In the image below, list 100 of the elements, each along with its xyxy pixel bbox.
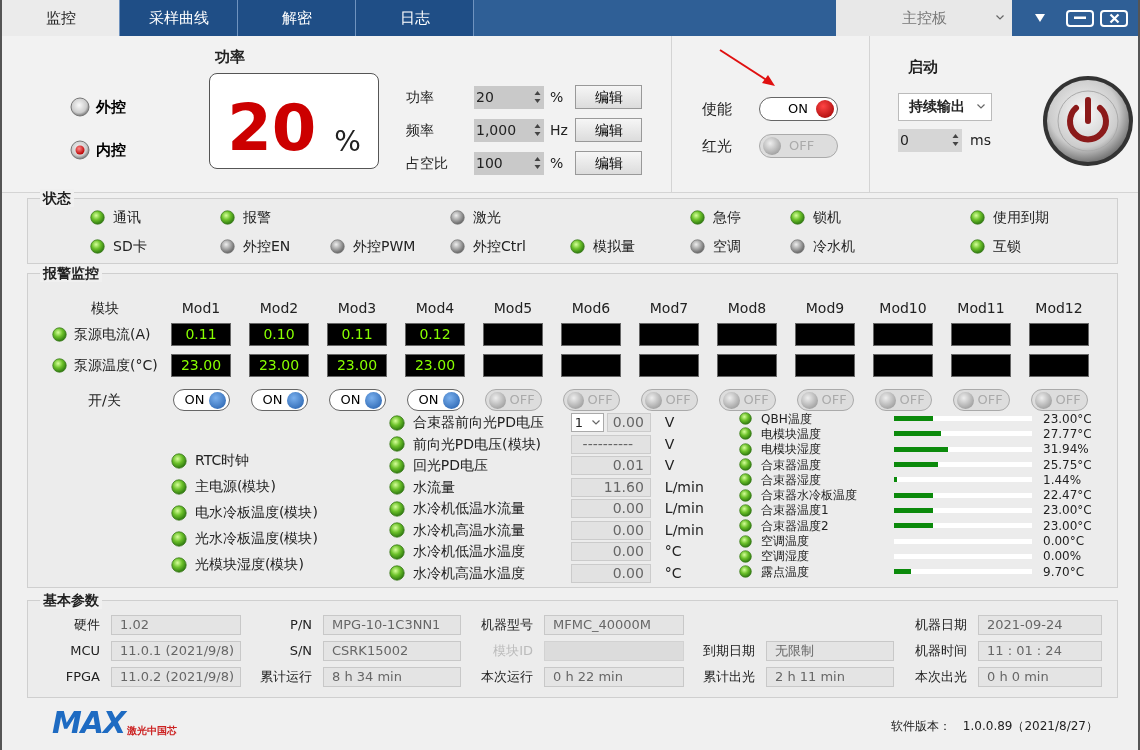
radio-button[interactable]: 外控: [70, 96, 126, 119]
gauge-label: 电模块湿度: [761, 441, 822, 459]
value-display: [717, 323, 777, 346]
value-field: 0.01: [570, 456, 651, 475]
tab[interactable]: 解密: [238, 0, 356, 36]
value-display: [561, 354, 621, 377]
setting-label: 占空比: [406, 153, 449, 173]
status-label: 锁机: [813, 208, 841, 227]
status-label: 报警: [243, 208, 271, 227]
gauge-label: 露点温度: [761, 563, 810, 581]
value-field: 0.00: [606, 413, 651, 432]
toggle-switch[interactable]: ON: [406, 389, 464, 411]
tab[interactable]: 监控: [2, 0, 120, 36]
param-label: 机器日期: [914, 616, 968, 635]
spin-arrows-icon[interactable]: [952, 132, 959, 148]
gauge-reading: 0.00°C: [1042, 533, 1085, 551]
column-header: Mod12: [1035, 300, 1083, 316]
param-label: 硬件: [73, 616, 101, 635]
gauge-reading: 22.47°C: [1042, 487, 1092, 505]
power-title: 功率: [215, 47, 246, 68]
spin-arrows-icon[interactable]: [534, 89, 541, 105]
edit-button[interactable]: 编辑: [575, 85, 642, 109]
switch-label: 使能: [702, 98, 733, 120]
gauge-reading: 25.75°C: [1042, 456, 1092, 474]
unit-label: ms: [970, 130, 991, 150]
version-label: 软件版本：: [890, 718, 951, 735]
logo: MAX激光中国芯: [52, 708, 178, 738]
reading-label: 水冷机低温水温度: [412, 542, 526, 561]
toggle-switch[interactable]: ON: [759, 97, 838, 121]
status-label: 急停: [713, 208, 741, 227]
channel-dropdown[interactable]: 1: [570, 413, 604, 432]
param-label: 累计出光: [702, 668, 756, 687]
value-display: [639, 323, 699, 346]
tab[interactable]: 日志: [356, 0, 474, 36]
toggle-switch[interactable]: ON: [172, 389, 230, 411]
power-button[interactable]: [1043, 76, 1133, 166]
delay-field[interactable]: 0: [898, 128, 962, 152]
status-label: 通讯: [113, 208, 141, 227]
column-header: Mod11: [957, 300, 1005, 316]
gauge-label: 合束器温度: [761, 456, 822, 474]
status-label: 冷水机: [813, 237, 855, 256]
tab[interactable]: 采样曲线: [120, 0, 238, 36]
column-header: Mod2: [259, 300, 299, 316]
dropdown-arrow-icon[interactable]: [1034, 13, 1046, 23]
column-header: Mod10: [879, 300, 927, 316]
column-header: Mod5: [493, 300, 533, 316]
minimize-button[interactable]: [1066, 9, 1094, 27]
annotation-arrow: [719, 49, 775, 86]
value-display: [873, 354, 933, 377]
gauge-label: 合束器湿度: [761, 471, 822, 489]
spin-arrows-icon[interactable]: [534, 155, 541, 171]
minimize-icon: [1074, 16, 1086, 20]
reading-label: 回光PD电压: [412, 456, 490, 475]
setting-label: 功率: [406, 87, 435, 107]
toggle-switch[interactable]: ON: [328, 389, 386, 411]
value-display: [873, 323, 933, 346]
value-display: [795, 354, 855, 377]
value-display: [951, 354, 1011, 377]
value-display: [483, 354, 543, 377]
spin-arrows-icon[interactable]: [534, 122, 541, 138]
param-label: MCU: [69, 642, 101, 661]
close-button[interactable]: [1100, 9, 1128, 27]
mode-dropdown[interactable]: 持续输出: [898, 92, 992, 121]
value-field: 11.60: [570, 477, 651, 497]
param-field: 2 h 11 min: [766, 667, 894, 687]
column-header: Mod7: [649, 300, 689, 316]
board-dropdown[interactable]: 主控板: [836, 0, 1012, 36]
radio-button[interactable]: 内控: [70, 138, 126, 161]
value-display: 23.00: [405, 354, 465, 377]
indicator-label: 光水冷板温度(模块): [195, 529, 318, 548]
edit-button[interactable]: 编辑: [575, 151, 642, 175]
close-icon: [1108, 12, 1120, 24]
gauge-reading: 0.00%: [1042, 548, 1082, 566]
column-header: Mod8: [727, 300, 767, 316]
spin-field[interactable]: 20: [474, 85, 544, 109]
edit-button[interactable]: 编辑: [575, 118, 642, 142]
value-field: ----------: [570, 434, 651, 454]
param-label: P/N: [289, 616, 313, 635]
param-field: 11.0.2 (2021/9/8): [111, 667, 241, 687]
spin-field[interactable]: 1,000: [474, 118, 544, 142]
column-header: Mod3: [337, 300, 377, 316]
version-text: 1.0.0.89（2021/8/27）: [962, 718, 1098, 735]
gauge-reading: 27.77°C: [1042, 425, 1092, 443]
gauge-reading: 1.44%: [1042, 471, 1082, 489]
status-label: 外控Ctrl: [473, 237, 526, 256]
gauge-reading: 23.00°C: [1042, 517, 1092, 535]
value-display: [639, 354, 699, 377]
section-title: 报警监控: [40, 264, 102, 282]
value-display: 0.11: [327, 323, 387, 346]
param-field: 11.0.1 (2021/9/8): [111, 641, 241, 661]
radio-icon[interactable]: [70, 139, 90, 160]
value-display: [1029, 323, 1089, 346]
section-title: 基本参数: [40, 591, 102, 609]
value-display: 23.00: [171, 354, 231, 377]
caret-icon: [591, 420, 600, 425]
radio-icon[interactable]: [70, 97, 90, 118]
spin-field[interactable]: 100: [474, 151, 544, 175]
toggle-switch[interactable]: ON: [250, 389, 308, 411]
unit-label: V: [663, 456, 675, 475]
row-label: 泵源温度(°C): [74, 356, 158, 375]
